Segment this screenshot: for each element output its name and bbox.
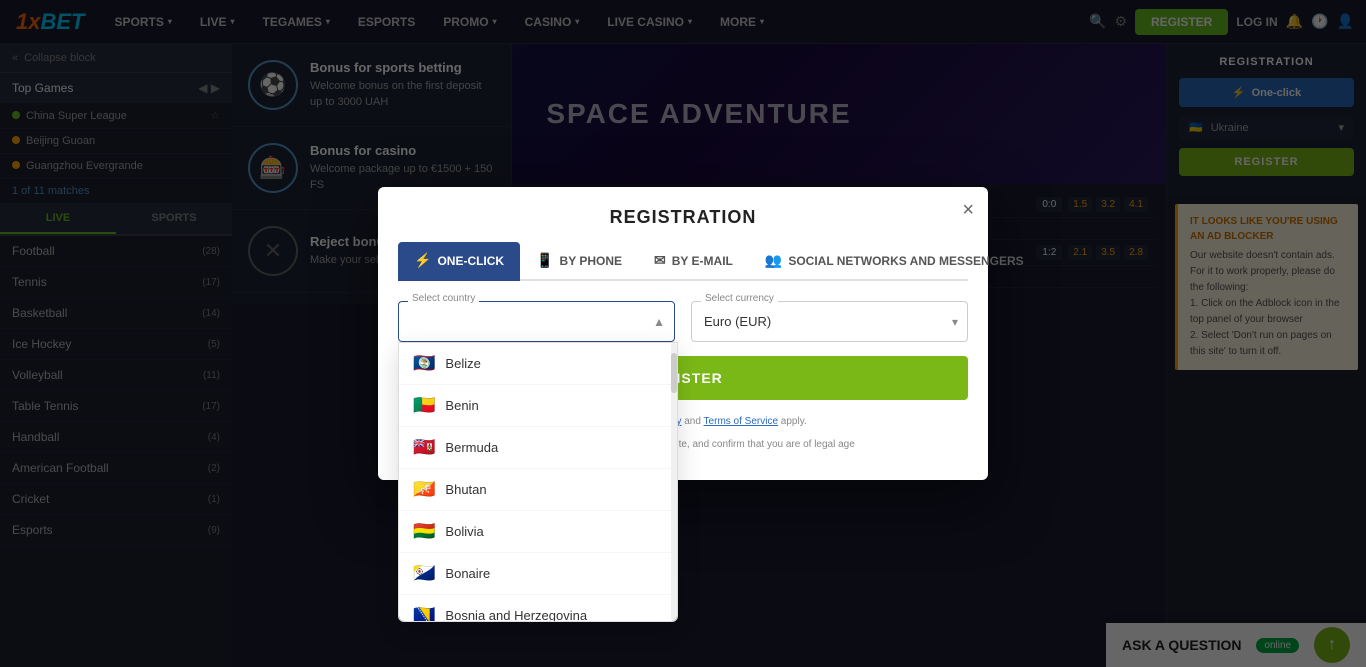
benin-flag: 🇧🇯 [413,395,435,416]
modal-close-button[interactable]: × [962,199,974,222]
registration-modal: × REGISTRATION ⚡ ONE-CLICK 📱 BY PHONE ✉ … [378,187,988,480]
bermuda-flag: 🇧🇲 [413,437,435,458]
phone-tab-icon: 📱 [536,252,553,269]
dropdown-scrollbar [671,343,677,621]
scrollbar-thumb [671,353,677,393]
country-bermuda[interactable]: 🇧🇲 Bermuda [399,427,677,469]
form-row-country-currency: Select country ▲ 🇧🇿 Belize [398,301,968,342]
country-bonaire[interactable]: 🇧🇶 Bonaire [399,553,677,595]
country-group: Select country ▲ 🇧🇿 Belize [398,301,675,342]
bolivia-flag: 🇧🇴 [413,521,435,542]
country-select[interactable] [398,301,675,342]
modal-title: REGISTRATION [378,187,988,242]
email-tab-icon: ✉ [654,252,666,269]
social-tab-icon: 👥 [765,252,782,269]
bhutan-flag: 🇧🇹 [413,479,435,500]
country-label: Select country [408,293,479,304]
lightning-tab-icon: ⚡ [414,252,431,269]
country-bhutan[interactable]: 🇧🇹 Bhutan [399,469,677,511]
currency-label: Select currency [701,293,778,304]
modal-body: Select country ▲ 🇧🇿 Belize [378,281,988,480]
modal-overlay[interactable]: × REGISTRATION ⚡ ONE-CLICK 📱 BY PHONE ✉ … [0,0,1366,667]
country-bolivia[interactable]: 🇧🇴 Bolivia [399,511,677,553]
country-bosnia[interactable]: 🇧🇦 Bosnia and Herzegovina [399,595,677,622]
currency-group: Select currency Euro (EUR) ▾ [691,301,968,342]
country-belize[interactable]: 🇧🇿 Belize [399,343,677,385]
belize-flag: 🇧🇿 [413,353,435,374]
currency-select[interactable]: Euro (EUR) [691,301,968,342]
bosnia-flag: 🇧🇦 [413,605,435,622]
tab-one-click[interactable]: ⚡ ONE-CLICK [398,242,520,281]
tab-by-phone[interactable]: 📱 BY PHONE [520,242,638,281]
tab-social[interactable]: 👥 SOCIAL NETWORKS AND MESSENGERS [749,242,1040,281]
country-benin[interactable]: 🇧🇯 Benin [399,385,677,427]
modal-tabs: ⚡ ONE-CLICK 📱 BY PHONE ✉ BY E-MAIL 👥 SOC… [398,242,968,281]
country-dropdown: 🇧🇿 Belize 🇧🇯 Benin 🇧🇲 Bermuda 🇧 [398,342,678,622]
terms-of-service-link[interactable]: Terms of Service [704,416,778,427]
tab-by-email[interactable]: ✉ BY E-MAIL [638,242,749,281]
bonaire-flag: 🇧🇶 [413,563,435,584]
